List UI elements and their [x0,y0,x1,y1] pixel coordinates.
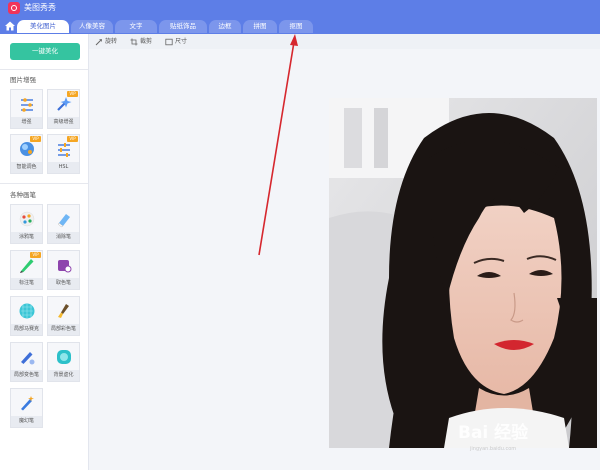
sidebar-divider [0,69,88,70]
tool-label: 局部变色笔 [11,370,42,381]
vip-badge: VIP [30,136,41,142]
tab-collage[interactable]: 拼图 [243,20,277,33]
eraser-icon [57,214,70,228]
tool-hsl[interactable]: VIP HSL [47,134,80,174]
vip-badge: VIP [30,252,41,258]
tool-mosaic[interactable]: 局部马赛克 [10,296,43,336]
tab-beautify[interactable]: 美化图片 [17,20,69,33]
size-label: 尺寸 [175,38,188,45]
tool-enhance[interactable]: 增强 [10,89,43,129]
enhance-section-title: 图片增强 [10,76,36,84]
color-picker-icon [58,260,72,273]
color-ball-icon [20,142,34,156]
one-key-beautify-button[interactable]: 一键美化 [10,43,80,60]
tool-label: 涂鸦笔 [11,232,42,243]
tab-text[interactable]: 文字 [115,20,157,33]
app-logo-icon [8,2,20,14]
photo-image [329,98,597,448]
magic-wand-icon [57,97,72,111]
tool-magic-pen[interactable]: 魔幻笔 [10,388,43,428]
blur-background-icon [57,350,71,364]
tool-color-brush[interactable]: 局部彩色笔 [47,296,80,336]
size-icon [165,38,173,46]
tab-stickers[interactable]: 贴纸饰品 [159,20,207,33]
tool-smart-color[interactable]: VIP 智能调色 [10,134,43,174]
tool-label: 标注笔 [11,278,42,289]
tab-cutout[interactable]: 抠图 [279,20,313,33]
rotate-label: 旋转 [105,38,118,45]
portrait-photo[interactable] [329,98,597,448]
tool-color-picker[interactable]: 取色笔 [47,250,80,290]
mosaic-icon [19,303,35,319]
magic-pen-icon [21,396,34,411]
vip-badge: VIP [67,91,78,97]
sliders-icon [21,98,33,112]
crop-icon [130,38,138,46]
tab-portrait[interactable]: 人像美容 [71,20,113,33]
sidebar-divider [0,183,88,184]
app-title: 美图秀秀 [24,3,56,12]
crop-button[interactable]: 裁剪 [130,37,160,47]
vip-badge: VIP [67,136,78,142]
tool-label: 魔幻笔 [11,416,42,427]
tool-label: HSL [48,162,79,173]
tool-label: 背景虚化 [48,370,79,381]
crop-label: 裁剪 [140,38,153,45]
tool-doodle-pen[interactable]: 涂鸦笔 [10,204,43,244]
tool-recolor-brush[interactable]: 局部变色笔 [10,342,43,382]
tool-eraser[interactable]: 消除笔 [47,204,80,244]
tab-frame[interactable]: 边框 [209,20,241,33]
tool-advanced-enhance[interactable]: VIP 高级增强 [47,89,80,129]
watermark-url: jingyan.baidu.com [470,446,517,452]
brush-section-title: 各种画笔 [10,191,36,199]
sidebar: 一键美化 图片增强 增强 VIP 高级增强 VIP 智能调色 VIP HSL 各… [0,34,89,470]
rotate-icon [95,39,102,46]
tool-label: 消除笔 [48,232,79,243]
tool-blur-background[interactable]: 背景虚化 [47,342,80,382]
tool-label: 高级增强 [48,117,79,128]
tool-marker-pen[interactable]: VIP 标注笔 [10,250,43,290]
rotate-button[interactable]: 旋转 [95,37,125,47]
tool-label: 局部彩色笔 [48,324,79,335]
tool-label: 智能调色 [11,162,42,173]
tool-label: 取色笔 [48,278,79,289]
hsl-sliders-icon [58,143,70,157]
tool-label: 局部马赛克 [11,324,42,335]
tool-label: 增强 [11,117,42,128]
recolor-brush-icon [21,352,35,365]
color-brush-icon [58,304,69,318]
size-button[interactable]: 尺寸 [165,37,195,47]
home-icon[interactable] [3,19,17,33]
watermark: Bai 经验 [458,423,529,443]
marker-pen-icon [20,259,34,273]
doodle-pen-icon [19,211,35,227]
top-bar: 美图秀秀 美化图片 人像美容 文字 贴纸饰品 边框 拼图 抠图 [0,0,600,34]
